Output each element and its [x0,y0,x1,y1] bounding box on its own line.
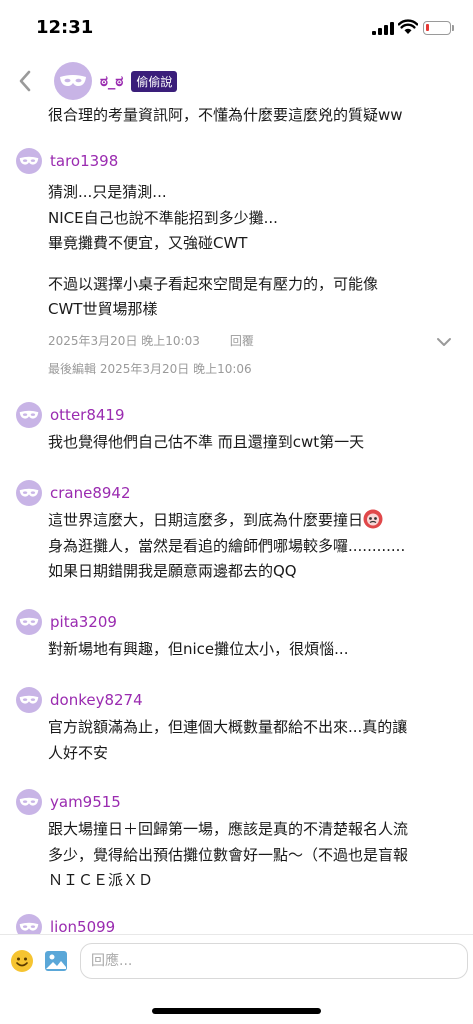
anonymous-mask-icon [19,617,39,626]
comment-username[interactable]: yam9515 [50,793,121,811]
comment-body: 官方說額滿為止，但連個大概數量都給不出來...真的讓 人好不安 [48,715,453,766]
comment-line: 畢竟攤費不便宜，又強碰CWT [48,234,248,252]
comment-avatar[interactable] [16,148,42,174]
anonymous-mask-icon [19,156,39,165]
comment-meta: 2025年3月20日 晚上10:03 回覆 [48,332,254,349]
anonymous-mask-icon [19,922,39,931]
anonymous-mask-icon [19,488,39,497]
anonymous-mask-icon [60,75,86,86]
comment-header[interactable]: donkey8274 [16,687,143,713]
home-indicator [152,1008,321,1014]
comment-header[interactable]: taro1398 [16,148,118,174]
comment-body: 對新場地有興趣，但nice攤位太小，很煩惱... [48,637,453,663]
comment-line: 跟大場撞日＋回歸第一場，應該是真的不清楚報名人流 [48,820,409,838]
comment-body: 跟大場撞日＋回歸第一場，應該是真的不清楚報名人流 多少，覺得給出預估攤位數會好一… [48,817,453,894]
chevron-left-icon [19,70,31,92]
comment-line: 猜測...只是猜測... [48,183,167,201]
comment-line: 不過以選擇小桌子看起來空間是有壓力的，可能像 [48,274,379,293]
comment-header[interactable]: crane8942 [16,480,131,506]
comment-username[interactable]: pita3209 [50,613,117,631]
comment-username[interactable]: otter8419 [50,406,125,424]
post-author-name[interactable]: ಠ_ಠ [100,72,123,90]
status-time: 12:31 [36,17,94,38]
anonymous-mask-icon [19,797,39,806]
comment-edited: 最後編輯 2025年3月20日 晚上10:06 [48,362,252,376]
comment-line: 這世界這麼大，日期這麼多，到底為什麼要撞日 [48,511,364,529]
comment-avatar[interactable] [16,789,42,815]
author-avatar[interactable] [54,62,92,100]
comment-date: 2025年3月20日 晚上10:03 [48,334,200,348]
image-icon[interactable] [44,949,68,973]
angry-face-icon [363,509,383,529]
comment-avatar[interactable] [16,609,42,635]
reply-input[interactable] [80,943,468,979]
battery-level [426,24,429,31]
back-button[interactable] [12,66,38,96]
comment-line: NICE自己也說不準能招到多少攤... [48,208,278,227]
comment-line: ＮＩＣＥ派ＸＤ [48,871,154,889]
comment-header[interactable]: otter8419 [16,402,125,428]
smiley-icon[interactable] [10,949,34,973]
anonymous-badge: 偷偷說 [131,70,178,92]
comment-line: 身為逛攤人，當然是看追的繪師們哪場較多囉............ [48,536,406,555]
comment-line: 人好不安 [48,743,109,762]
comment-line: 多少，覺得給出預估攤位數會好一點～（不過也是盲報 [48,845,409,864]
comment-body: 這世界這麼大，日期這麼多，到底為什麼要撞日 身為逛攤人，當然是看追的繪師們哪場較… [48,508,453,585]
comment-header[interactable]: yam9515 [16,789,121,815]
comment-avatar[interactable] [16,402,42,428]
chevron-down-icon[interactable] [436,336,452,348]
anonymous-mask-icon [19,410,39,419]
status-bar: 12:31 [0,0,473,56]
comment-line: 我也覺得他們自己估不準 而且還撞到cwt第一天 [48,433,365,451]
cellular-signal-icon [372,22,394,35]
comment-header[interactable]: pita3209 [16,609,117,635]
comment-avatar[interactable] [16,687,42,713]
comment-body: 猜測...只是猜測... NICE自己也說不準能招到多少攤... 畢竟攤費不便宜… [48,180,453,323]
comment-body: 我也覺得他們自己估不準 而且還撞到cwt第一天 [48,430,453,456]
battery-tip [452,25,454,31]
comment-line: 如果日期錯開我是願意兩邊都去的QQ [48,562,297,580]
post-author[interactable]: ಠ_ಠ 偷偷說 [54,62,178,100]
comment-line: CWT世貿場那樣 [48,300,158,318]
comment-avatar[interactable] [16,480,42,506]
reply-link[interactable]: 回覆 [230,334,254,348]
comment-line-with-emoji: 這世界這麼大，日期這麼多，到底為什麼要撞日 [48,508,453,534]
post-text: 很合理的考量資訊阿，不懂為什麼要這麼兇的質疑ww [48,106,403,124]
comment-username[interactable]: crane8942 [50,484,131,502]
anonymous-mask-icon [19,695,39,704]
comment-username[interactable]: taro1398 [50,152,118,170]
comment-line: 官方說額滿為止，但連個大概數量都給不出來...真的讓 [48,718,408,736]
comment-line: 對新場地有興趣，但nice攤位太小，很煩惱... [48,640,349,658]
battery-icon [423,21,451,35]
wifi-icon [398,19,418,34]
comment-username[interactable]: donkey8274 [50,691,143,709]
